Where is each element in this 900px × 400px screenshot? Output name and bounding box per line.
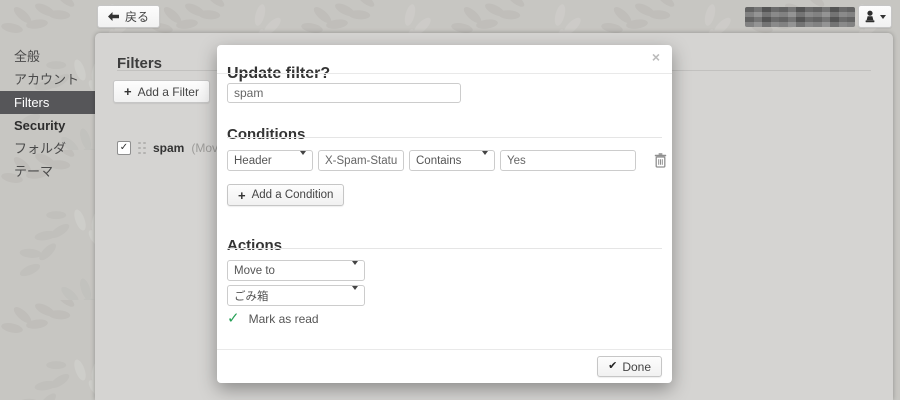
divider — [217, 73, 672, 74]
settings-sidebar: 全般 アカウント Filters Security フォルダ テーマ — [0, 45, 95, 183]
mark-as-read-toggle[interactable]: ✓ Mark as read — [227, 311, 319, 326]
done-label: Done — [622, 360, 651, 374]
condition-operator-select[interactable]: Contains — [409, 150, 495, 171]
sidebar-item-theme[interactable]: テーマ — [0, 160, 95, 183]
action-type-select[interactable]: Move to — [227, 260, 365, 281]
condition-row: Header Contains — [227, 150, 667, 171]
chevron-down-icon — [347, 265, 358, 277]
filter-name-input[interactable] — [227, 83, 461, 103]
sidebar-item-folders[interactable]: フォルダ — [0, 137, 95, 160]
chevron-down-icon — [880, 15, 886, 19]
chevron-down-icon — [347, 290, 358, 302]
chevron-down-icon — [477, 155, 488, 167]
check-icon: ✓ — [120, 143, 128, 153]
trash-icon — [654, 153, 667, 168]
actions-heading: Actions — [227, 237, 282, 254]
app-window: 戻る 全般 アカウント Filters Security フォルダ テーマ Fi… — [0, 0, 900, 400]
add-filter-label: Add a Filter — [138, 85, 199, 99]
plus-icon: + — [238, 189, 246, 202]
add-condition-label: Add a Condition — [252, 189, 334, 201]
sidebar-item-account[interactable]: アカウント — [0, 68, 95, 91]
delete-condition-button[interactable] — [654, 153, 667, 168]
action-type-value: Move to — [234, 265, 275, 277]
close-icon[interactable]: × — [652, 49, 660, 65]
filter-name[interactable]: spam — [153, 141, 184, 155]
sidebar-item-security[interactable]: Security — [0, 114, 95, 137]
dialog-title: Update filter? — [227, 65, 330, 83]
condition-field-value: Header — [234, 155, 272, 167]
condition-field-select[interactable]: Header — [227, 150, 313, 171]
person-icon — [864, 10, 876, 23]
drag-handle-icon[interactable] — [138, 142, 146, 155]
sidebar-item-general[interactable]: 全般 — [0, 45, 95, 68]
action-folder-select[interactable]: ごみ箱 — [227, 285, 365, 306]
divider — [227, 137, 662, 138]
chevron-down-icon — [295, 155, 306, 167]
add-condition-button[interactable]: + Add a Condition — [227, 184, 344, 206]
update-filter-dialog: Update filter? × Conditions Header Conta… — [217, 45, 672, 383]
back-button-label: 戻る — [125, 8, 149, 25]
plus-icon: + — [124, 85, 132, 98]
check-icon: ✔ — [608, 361, 617, 372]
done-button[interactable]: ✔ Done — [597, 356, 662, 377]
action-folder-value: ごみ箱 — [234, 288, 269, 304]
redacted-account-label — [745, 7, 855, 27]
sidebar-item-filters[interactable]: Filters — [0, 91, 95, 114]
divider — [227, 248, 662, 249]
arrow-left-icon — [108, 12, 119, 21]
condition-value-input[interactable] — [500, 150, 636, 171]
condition-header-input[interactable] — [318, 150, 404, 171]
green-check-icon: ✓ — [227, 311, 240, 326]
filter-enabled-checkbox[interactable]: ✓ — [117, 141, 131, 155]
add-filter-button[interactable]: + Add a Filter — [113, 80, 210, 103]
user-menu-button[interactable] — [858, 5, 892, 28]
back-button[interactable]: 戻る — [97, 5, 160, 28]
condition-operator-value: Contains — [416, 155, 461, 167]
mark-as-read-label: Mark as read — [249, 312, 319, 326]
conditions-heading: Conditions — [227, 126, 305, 143]
dialog-footer: ✔ Done — [217, 349, 672, 383]
